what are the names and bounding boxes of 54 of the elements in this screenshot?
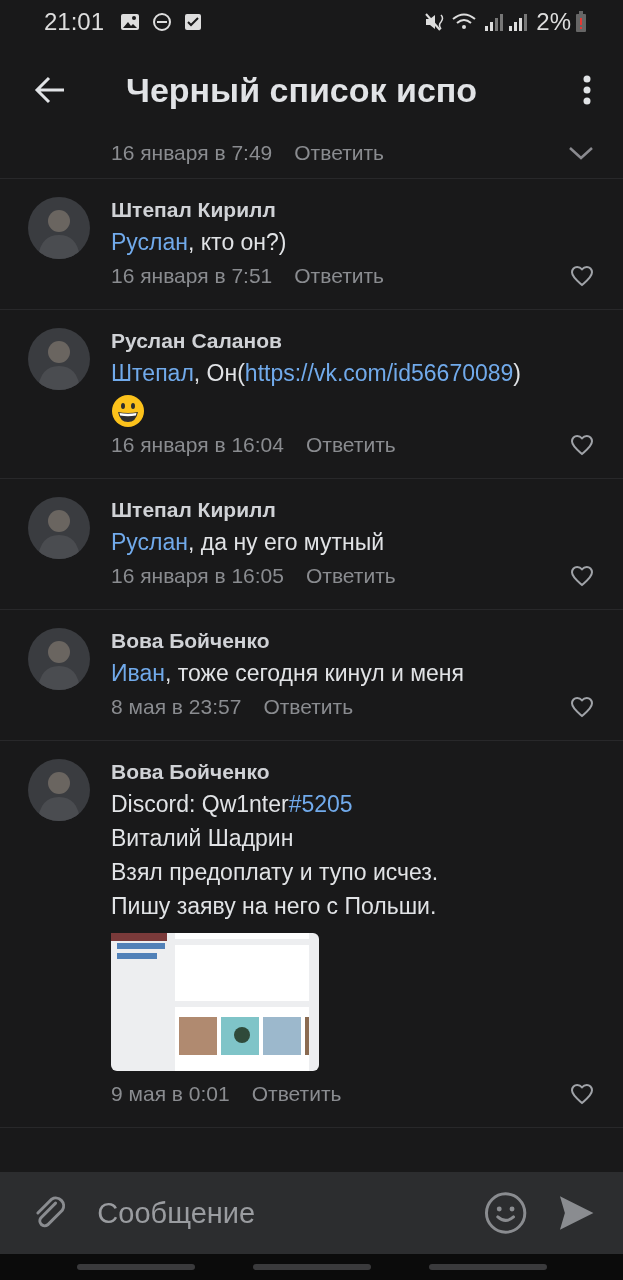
image-icon <box>120 13 141 31</box>
heart-icon[interactable] <box>569 1082 595 1106</box>
heart-icon[interactable] <box>569 695 595 719</box>
author-name[interactable]: Руслан Саланов <box>111 326 595 356</box>
heart-icon[interactable] <box>569 564 595 588</box>
comment-date: 16 января в 16:05 <box>111 564 284 588</box>
comment-text: Руслан, кто он?) <box>111 228 288 257</box>
comment-date: 9 мая в 0:01 <box>111 1082 230 1106</box>
checkbox-icon <box>184 13 203 31</box>
hashtag-link[interactable]: #5205 <box>288 791 353 817</box>
chevron-down-icon[interactable] <box>567 144 595 162</box>
comment-text: Discord: Qw1nter#5205 <box>111 790 354 819</box>
comment-date: 16 января в 16:04 <box>111 433 284 457</box>
reply-link[interactable]: Ответить <box>251 1082 342 1106</box>
mention-link[interactable]: Иван <box>111 660 165 686</box>
reply-link[interactable]: Ответить <box>305 433 396 457</box>
composer-bar[interactable]: Сообщение <box>0 1172 623 1254</box>
comment-text: Пишу заяву на него с Польши. <box>111 892 438 921</box>
url-link[interactable]: https://vk.com/id56670089 <box>244 360 514 386</box>
comment-text: Руслан, да ну его мутный <box>111 528 386 557</box>
comment-date: 16 января в 7:51 <box>111 264 273 288</box>
comment-text: Виталий Шадрин <box>111 824 295 853</box>
comment-text: Взял предоплату и тупо исчез. <box>111 858 440 887</box>
author-name[interactable]: Вова Бойченко <box>111 626 595 656</box>
mention-link[interactable]: Штепал <box>111 360 194 386</box>
reply-link[interactable]: Ответить <box>263 695 354 719</box>
author-name[interactable]: Вова Бойченко <box>111 757 595 787</box>
author-name[interactable]: Штепал Кирилл <box>111 495 595 525</box>
reply-link[interactable]: Ответить <box>305 564 396 588</box>
heart-icon[interactable] <box>569 433 595 457</box>
heart-icon[interactable] <box>569 264 595 288</box>
mention-link[interactable]: Руслан <box>111 229 188 255</box>
clock: 21:01 <box>44 8 105 36</box>
navigation-handle[interactable] <box>76 1264 195 1270</box>
battery-icon <box>575 11 587 33</box>
page-title: Черный список испо <box>126 70 479 110</box>
do-not-disturb-icon <box>152 12 173 32</box>
smiley-icon[interactable] <box>484 1191 528 1235</box>
battery-percent: 2% <box>536 8 571 36</box>
navigation-handle[interactable] <box>252 1264 371 1270</box>
navigation-handle[interactable] <box>428 1264 547 1270</box>
comment-text: Иван, тоже сегодня кинул и меня <box>111 659 465 688</box>
comment-date: 8 мая в 23:57 <box>111 695 242 719</box>
grinning-face-icon <box>111 394 145 428</box>
comment-text: Штепал, Он(https://vk.com/id56670089) <box>111 359 523 388</box>
message-field[interactable]: Сообщение <box>97 1190 475 1236</box>
reply-link[interactable]: Ответить <box>294 141 385 165</box>
comment-date: 16 января в 7:49 <box>111 141 273 165</box>
reply-link[interactable]: Ответить <box>294 264 385 288</box>
more-options-icon[interactable] <box>581 74 593 106</box>
author-name[interactable]: Штепал Кирилл <box>111 195 595 225</box>
mention-link[interactable]: Руслан <box>111 529 188 555</box>
signal-icon <box>482 12 505 32</box>
send-icon[interactable] <box>557 1194 595 1232</box>
